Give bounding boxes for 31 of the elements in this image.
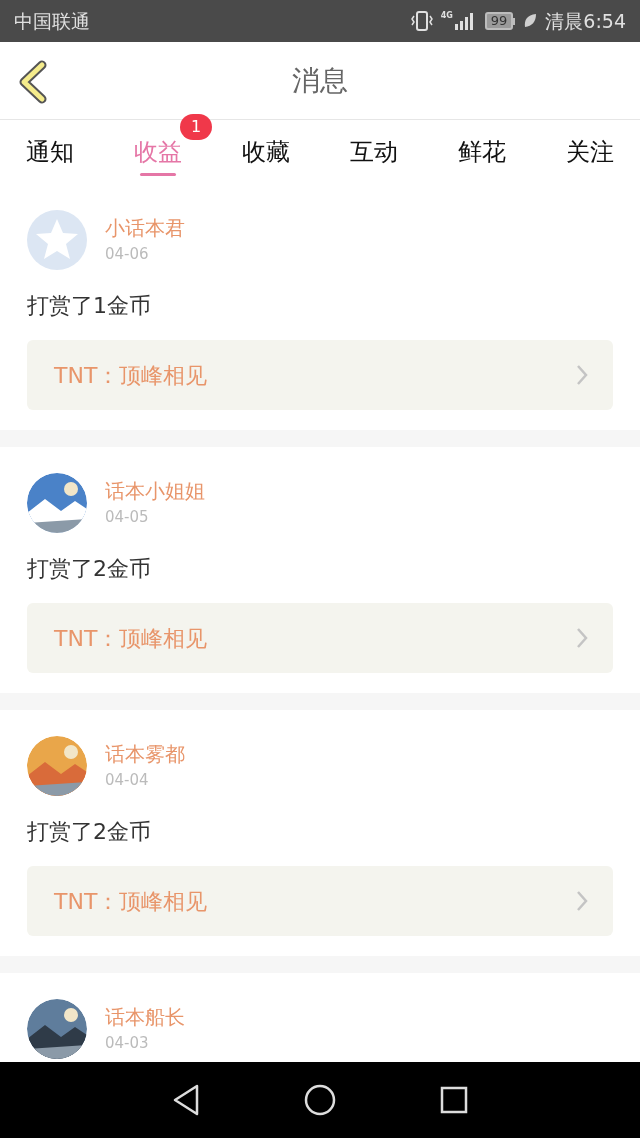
chevron-right-icon xyxy=(576,627,588,649)
message-text: 打赏了2金币 xyxy=(27,555,152,583)
tab[interactable]: 互动 xyxy=(350,120,398,184)
home-nav-icon[interactable] xyxy=(304,1084,336,1116)
message-text: 打赏了1金币 xyxy=(27,292,152,320)
clock-time: 清晨6:54 xyxy=(545,8,626,34)
message-date: 04-06 xyxy=(105,244,150,264)
tab[interactable]: 关注 xyxy=(566,120,614,184)
user-name: 话本雾都 xyxy=(105,742,185,766)
battery-indicator: 99 xyxy=(484,12,516,30)
chevron-right-icon xyxy=(576,364,588,386)
tab[interactable]: 收藏 xyxy=(242,120,290,184)
back-nav-icon[interactable] xyxy=(172,1084,200,1116)
chevron-right-icon xyxy=(576,890,588,912)
user-name: 话本小姐姐 xyxy=(105,479,205,503)
vibrate-icon xyxy=(410,11,433,31)
count-badge: 1 xyxy=(180,114,212,140)
user-name: 话本船长 xyxy=(105,1005,185,1029)
page-title: 消息 xyxy=(292,62,348,99)
recents-nav-icon[interactable] xyxy=(440,1086,468,1114)
avatar-icon xyxy=(27,210,87,270)
message-date: 04-04 xyxy=(105,770,150,790)
tab[interactable]: 通知 xyxy=(26,120,74,184)
carrier-name: 中国联通 xyxy=(14,8,90,34)
message-date: 04-03 xyxy=(105,1033,150,1053)
leaf-icon xyxy=(523,13,538,29)
message-date: 04-05 xyxy=(105,507,150,527)
tab[interactable]: 鲜花 xyxy=(458,120,506,184)
network-type: 4G xyxy=(440,12,453,20)
user-name: 小话本君 xyxy=(105,216,185,240)
message-text: 打赏了2金币 xyxy=(27,818,152,846)
